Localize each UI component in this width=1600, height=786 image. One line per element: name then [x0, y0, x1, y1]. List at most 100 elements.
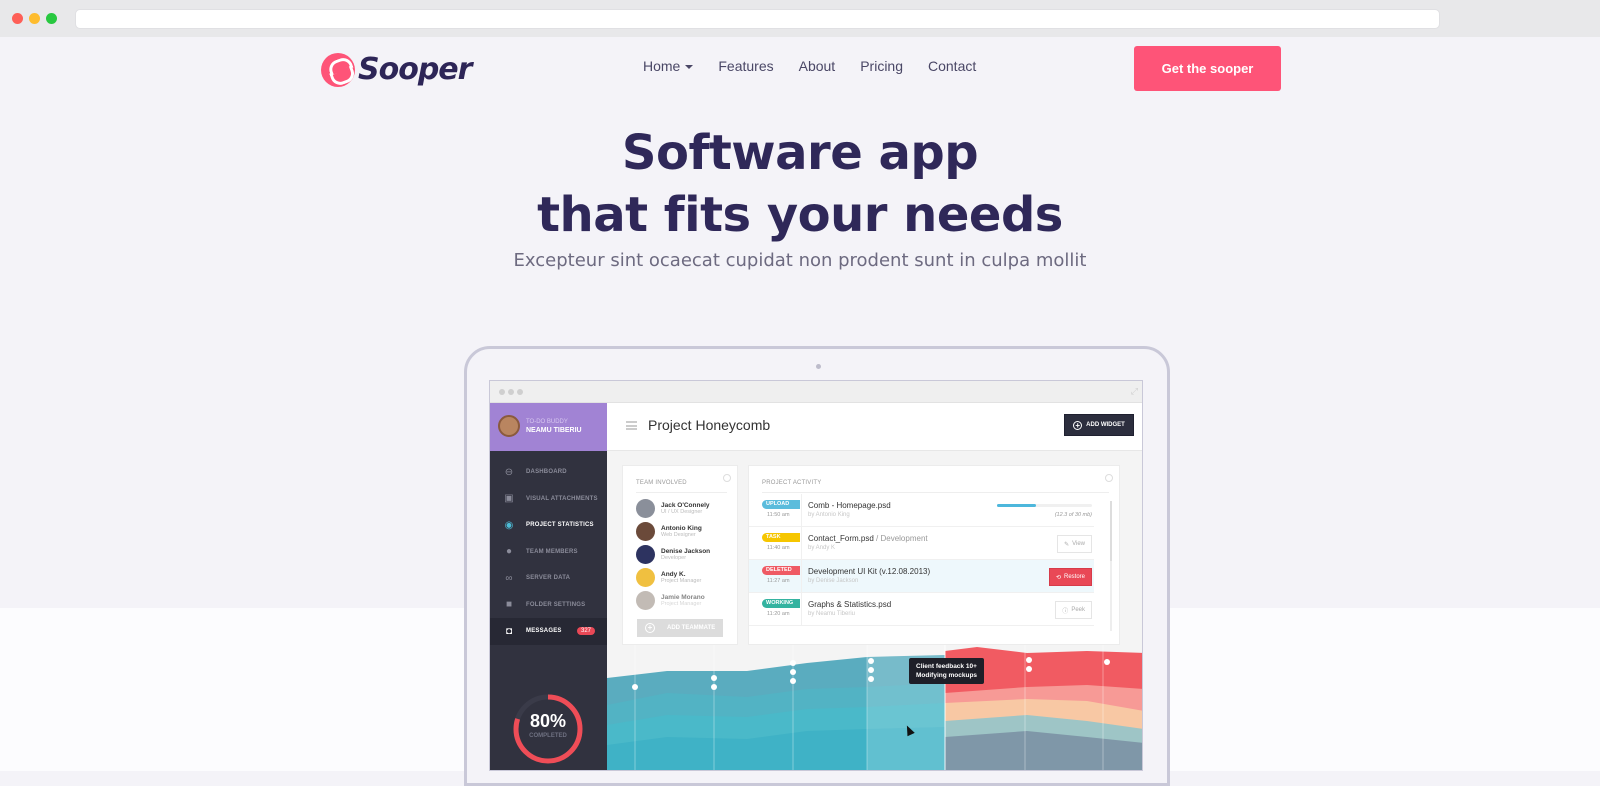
area-chart-svg	[607, 645, 1142, 770]
maximize-window-button[interactable]	[46, 13, 57, 24]
upload-progress-bar	[997, 504, 1092, 507]
activity-card-title: PROJECT ACTIVITY	[762, 480, 822, 486]
close-icon[interactable]	[1105, 474, 1113, 482]
member-name: Andy K.	[661, 571, 686, 578]
logo-mark-icon	[321, 52, 355, 87]
chart-point[interactable]	[790, 660, 796, 666]
sidebar-item-label: MESSAGES	[526, 628, 562, 635]
chart-point[interactable]	[790, 669, 796, 675]
team-member[interactable]: Antonio King Web Designer	[636, 522, 702, 541]
member-role: Web Designer	[661, 532, 696, 538]
address-bar[interactable]	[75, 9, 1440, 29]
team-member[interactable]: Andy K. Project Manager	[636, 568, 701, 587]
activity-row[interactable]: DELETED 11:27 am Development UI Kit (v.1…	[749, 560, 1094, 593]
team-member[interactable]: Denise Jackson Developer	[636, 545, 710, 564]
add-teammate-button[interactable]: + ADD TEAMMATE	[637, 619, 723, 637]
app-header: Project Honeycomb + ADD WIDGET	[607, 403, 1142, 451]
divider	[801, 527, 802, 560]
activity-author: by Antonio King	[808, 512, 850, 518]
tooltip-line2: Modifying mockups	[916, 672, 978, 679]
sidebar-item-folder-settings[interactable]: ■ FOLDER SETTINGS	[490, 592, 607, 619]
chart-point[interactable]	[711, 684, 717, 690]
activity-row[interactable]: WORKING 11:20 am Graphs & Statistics.psd…	[749, 593, 1094, 626]
activity-area-chart: Client feedback 10+ Modifying mockups	[607, 645, 1142, 770]
sidebar-item-label: TEAM MEMBERS	[526, 548, 578, 555]
activity-time: 11:40 am	[767, 545, 790, 551]
close-icon[interactable]	[723, 474, 731, 482]
member-avatar	[636, 499, 655, 518]
completion-value: 80%	[529, 711, 567, 731]
activity-file: Contact_Form.psd	[808, 534, 874, 543]
activity-scrollbar[interactable]	[1110, 501, 1112, 631]
team-member[interactable]: Jack O'Connely UI / UX Designer	[636, 499, 710, 518]
get-sooper-button[interactable]: Get the sooper	[1134, 46, 1281, 91]
member-avatar	[636, 568, 655, 587]
tooltip-line1: Client feedback 10+	[916, 663, 977, 670]
completion-ring: 80% COMPLETED	[510, 691, 586, 767]
menu-icon[interactable]	[626, 421, 637, 430]
close-window-button[interactable]	[12, 13, 23, 24]
view-button[interactable]: ✎ View	[1057, 535, 1092, 553]
sidebar-item-messages[interactable]: ◘ MESSAGES 327	[490, 618, 607, 645]
status-tag: TASK	[762, 533, 800, 542]
peek-button[interactable]: ⓘ Peek	[1055, 601, 1092, 619]
completion-label: COMPLETED	[529, 733, 567, 739]
browser-chrome	[0, 0, 1600, 37]
sidebar-item-visual-attachments[interactable]: ▣ VISUAL ATTACHMENTS	[490, 486, 607, 513]
image-icon: ▣	[504, 493, 514, 505]
app-titlebar: ⤢	[490, 381, 1142, 403]
sidebar-item-project-statistics[interactable]: ◉ PROJECT STATISTICS	[490, 512, 607, 539]
chart-tooltip: Client feedback 10+ Modifying mockups	[909, 658, 985, 684]
nav-pricing[interactable]: Pricing	[860, 58, 903, 74]
window-dot	[499, 389, 505, 395]
expand-icon[interactable]: ⤢	[1131, 386, 1138, 397]
nav-about[interactable]: About	[799, 58, 836, 74]
sidebar-item-server-data[interactable]: ∞ SERVER DATA	[490, 565, 607, 592]
add-teammate-label: ADD TEAMMATE	[667, 625, 716, 631]
chart-point[interactable]	[1026, 666, 1032, 672]
nav-features[interactable]: Features	[718, 58, 773, 74]
nav-contact[interactable]: Contact	[928, 58, 976, 74]
chart-point[interactable]	[1026, 657, 1032, 663]
chart-point[interactable]	[1104, 659, 1110, 665]
minimize-window-button[interactable]	[29, 13, 40, 24]
activity-row[interactable]: TASK 11:40 am Contact_Form.psd / Develop…	[749, 527, 1094, 560]
peek-label: Peek	[1071, 607, 1085, 613]
sidebar-item-label: DASHBOARD	[526, 469, 567, 476]
user-app-label: TO-DO BUDDY	[526, 419, 568, 425]
sidebar-item-team-members[interactable]: ● TEAM MEMBERS	[490, 539, 607, 566]
activity-file: Development UI Kit (v.12.08.2013)	[808, 567, 931, 576]
brand-logo[interactable]: Sooper	[321, 52, 472, 87]
member-role: Project Manager	[661, 578, 702, 584]
sidebar-item-label: SERVER DATA	[526, 575, 571, 582]
sidebar-item-label: PROJECT STATISTICS	[526, 522, 594, 529]
divider	[801, 560, 802, 593]
user-header: TO-DO BUDDY NEAMU TIBERIU	[490, 403, 607, 451]
project-title: Project Honeycomb	[648, 417, 771, 433]
user-avatar[interactable]	[498, 415, 520, 437]
activity-file: Graphs & Statistics.psd	[808, 600, 892, 609]
chart-point[interactable]	[711, 675, 717, 681]
chart-point[interactable]	[868, 676, 874, 682]
add-widget-button[interactable]: + ADD WIDGET	[1064, 414, 1134, 436]
hero-title-line1: Software app	[621, 125, 979, 181]
team-member[interactable]: Jamie Morano Project Manager	[636, 591, 705, 610]
member-name: Antonio King	[661, 525, 702, 532]
member-avatar	[636, 545, 655, 564]
nav-home[interactable]: Home	[643, 58, 694, 74]
folder-icon: ■	[505, 599, 513, 611]
plus-circle-icon: +	[1073, 420, 1083, 430]
sidebar-item-dashboard[interactable]: ⊖ DASHBOARD	[490, 459, 607, 486]
chart-point[interactable]	[868, 667, 874, 673]
edit-icon: ✎	[1064, 541, 1070, 548]
restore-label: Restore	[1063, 574, 1085, 580]
chart-point[interactable]	[790, 678, 796, 684]
chart-point[interactable]	[632, 684, 638, 690]
status-tag: UPLOAD	[762, 500, 800, 509]
member-name: Jamie Morano	[661, 594, 705, 601]
activity-row[interactable]: UPLOAD 11:50 am Comb - Homepage.psd by A…	[749, 494, 1094, 527]
restore-button[interactable]: ⟲ Restore	[1048, 568, 1092, 586]
divider	[762, 492, 1109, 493]
chart-point[interactable]	[868, 658, 874, 664]
team-card-title: TEAM INVOLVED	[636, 480, 687, 486]
